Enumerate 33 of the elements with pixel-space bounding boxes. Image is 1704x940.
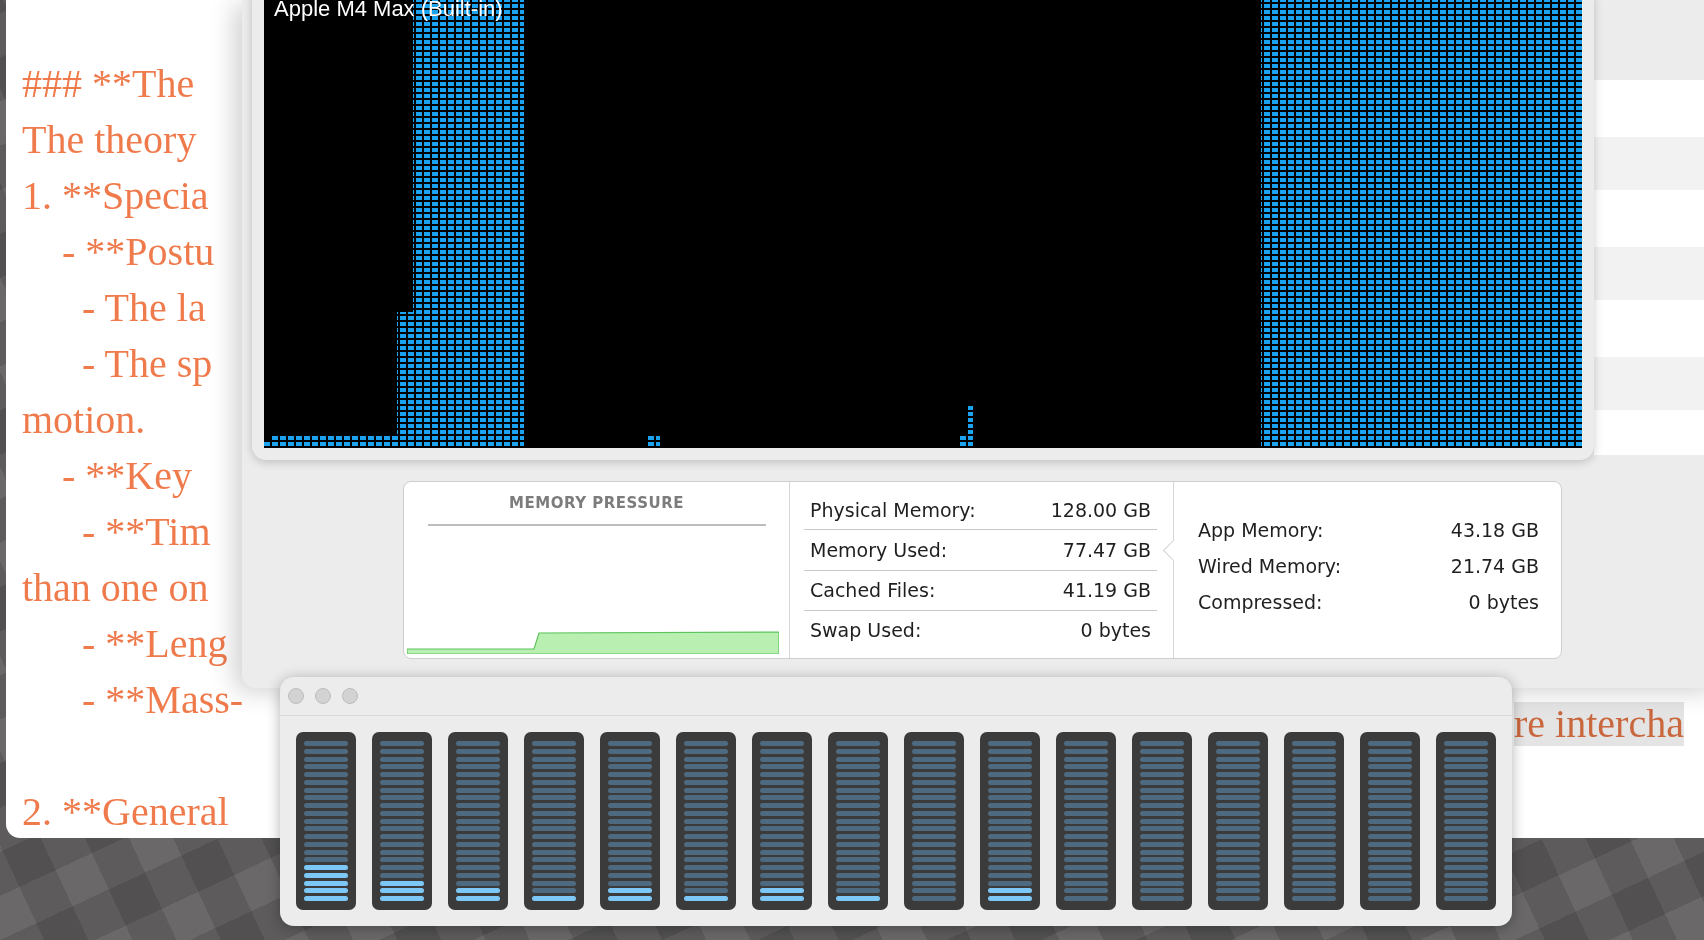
document-text: - **Tim (81, 508, 211, 556)
document-text: re intercha (1514, 702, 1684, 746)
document-text: - **Leng (81, 620, 228, 668)
stat-value: 0 bytes (1468, 591, 1539, 613)
document-text: - **Mass- (81, 676, 244, 724)
document-text: - The sp (81, 340, 213, 388)
section-heading: MEMORY PRESSURE (427, 494, 766, 526)
document-text: than one on (22, 564, 209, 612)
stat-label: Swap Used: (810, 619, 922, 642)
stat-label: Wired Memory: (1198, 555, 1342, 577)
close-button[interactable] (288, 688, 304, 704)
stat-label: Cached Files: (810, 579, 936, 602)
stat-value: 21.74 GB (1450, 555, 1539, 577)
stat-value: 41.19 GB (1062, 579, 1151, 602)
stat-value: 43.18 GB (1450, 519, 1539, 541)
document-text: - **Postu (61, 228, 215, 276)
document-text: motion. (22, 396, 146, 444)
document-text: 1. **Specia (22, 172, 209, 220)
document-text: The theory (22, 116, 197, 164)
stat-label: Compressed: (1198, 591, 1323, 613)
document-text: - **Key (61, 452, 192, 500)
zoom-button[interactable] (342, 688, 358, 704)
usage-bar (646, 436, 660, 448)
document-text: - The la (81, 284, 206, 332)
stat-label: Memory Used: (810, 538, 948, 561)
stat-label: Physical Memory: (810, 498, 976, 521)
document-text: ### **The (22, 60, 195, 108)
document-text: 2. **General (22, 788, 229, 836)
stat-value: 77.47 GB (1062, 538, 1151, 561)
stat-value: 0 bytes (1080, 619, 1151, 642)
stat-label: App Memory: (1198, 519, 1324, 541)
stat-value: 128.00 GB (1050, 498, 1151, 521)
minimize-button[interactable] (315, 688, 331, 704)
